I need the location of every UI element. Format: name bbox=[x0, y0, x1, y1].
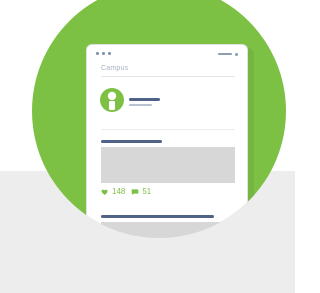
window-dot bbox=[108, 52, 111, 55]
user-avatar-icon bbox=[100, 88, 124, 112]
next-post-image-placeholder bbox=[101, 222, 235, 238]
green-circle: Campus 148 51 bbox=[32, 0, 286, 238]
author-meta-placeholder bbox=[129, 104, 152, 106]
header-divider bbox=[101, 76, 235, 77]
app-title: Campus bbox=[101, 65, 129, 72]
post-image-placeholder bbox=[101, 147, 235, 183]
illustration-canvas: Campus 148 51 bbox=[0, 0, 295, 293]
post-divider bbox=[101, 129, 235, 130]
comment-count: 51 bbox=[142, 187, 152, 196]
heart-icon bbox=[101, 189, 108, 195]
post-stats: 148 51 bbox=[101, 187, 151, 197]
window-dot bbox=[102, 52, 105, 55]
window-dots bbox=[96, 52, 111, 55]
author-name-placeholder bbox=[129, 98, 160, 101]
next-post-title-placeholder bbox=[101, 215, 214, 218]
comment-icon bbox=[132, 189, 139, 195]
like-stat: 148 bbox=[101, 187, 125, 197]
menu-bar-icon bbox=[218, 53, 232, 55]
post-title-placeholder bbox=[101, 140, 162, 143]
menu-dot-icon bbox=[235, 53, 238, 56]
comment-stat: 51 bbox=[131, 187, 151, 197]
phone-mockup: Campus 148 51 bbox=[86, 44, 248, 238]
window-dot bbox=[96, 52, 99, 55]
like-count: 148 bbox=[112, 187, 126, 196]
